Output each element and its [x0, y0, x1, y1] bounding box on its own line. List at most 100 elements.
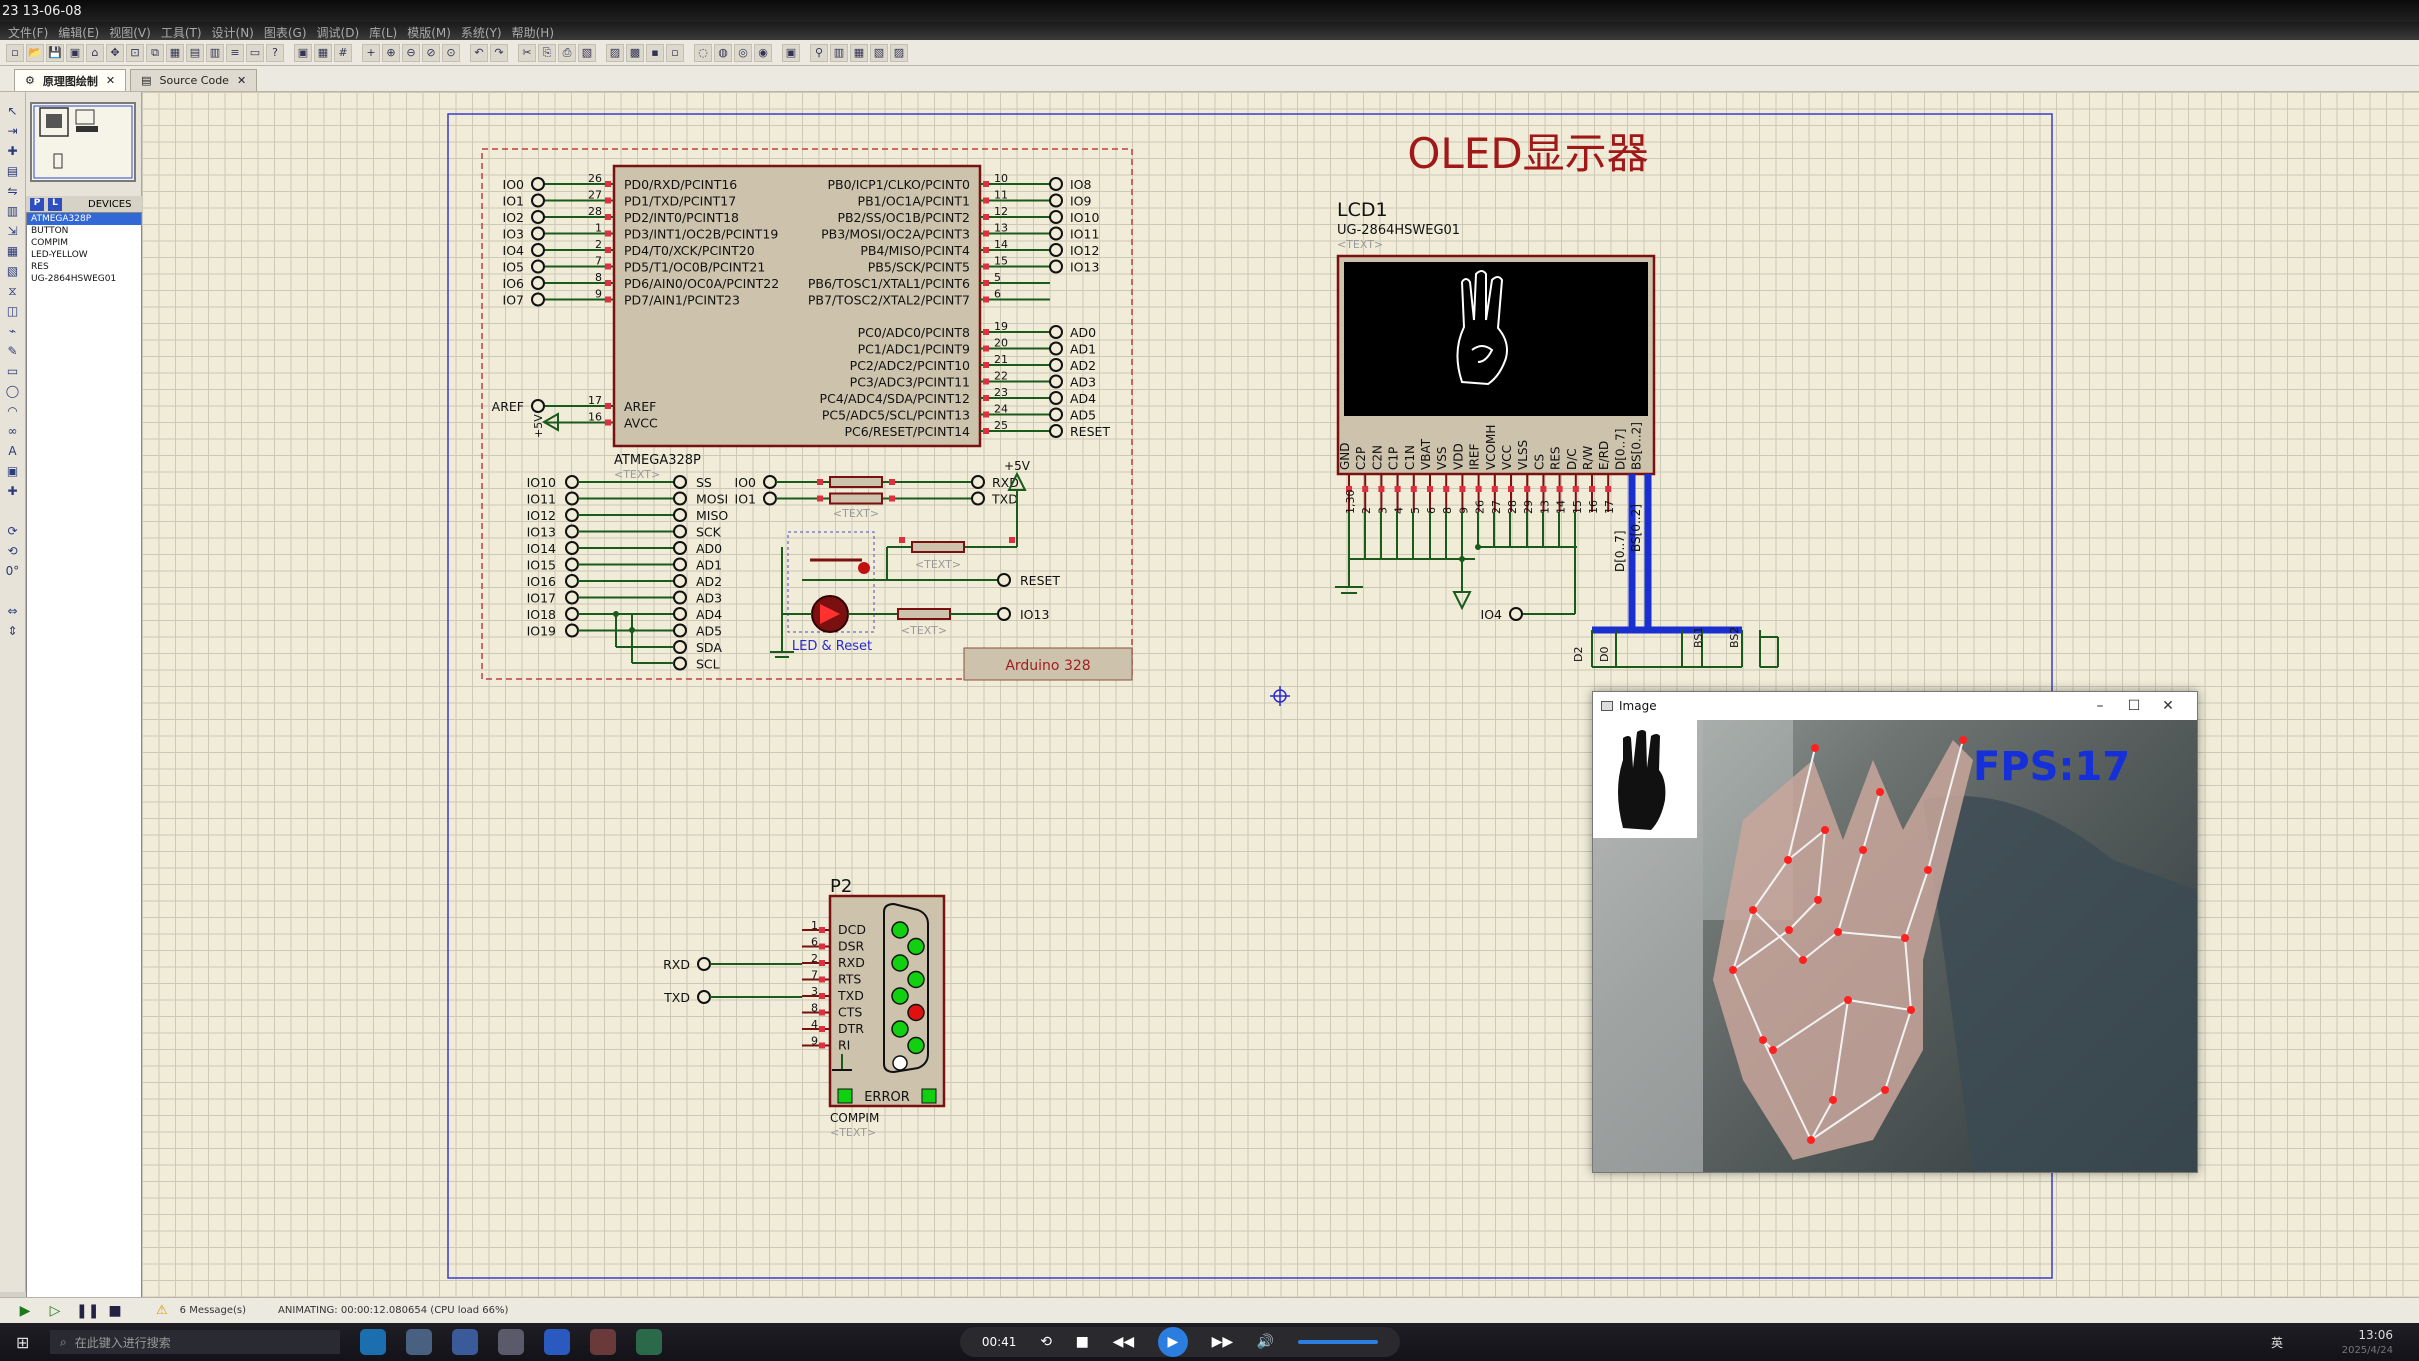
- taskbar-search[interactable]: ⌕ 在此键入进行搜索: [50, 1330, 340, 1354]
- mode-tool-icon[interactable]: ⇲: [4, 224, 22, 240]
- mode-tool-icon[interactable]: ⟲: [4, 544, 22, 560]
- toolbar-tool-icon[interactable]: ▫: [666, 43, 684, 62]
- device-item[interactable]: LED-YELLOW: [27, 249, 141, 261]
- toolbar-tool-icon[interactable]: ▣: [294, 43, 312, 62]
- mode-tool-icon[interactable]: ↖: [4, 104, 22, 120]
- stop-icon[interactable]: ■: [1076, 1334, 1089, 1350]
- toolbar-tool-icon[interactable]: +: [362, 43, 380, 62]
- toolbar-tool-icon[interactable]: ⊖: [402, 43, 420, 62]
- toolbar-tool-icon[interactable]: ⊘: [422, 43, 440, 62]
- menu-item-6[interactable]: 调试(D): [317, 24, 360, 40]
- mode-tool-icon[interactable]: ◠: [4, 404, 22, 420]
- close-icon[interactable]: ✕: [237, 74, 246, 87]
- toolbar-tool-icon[interactable]: ⎘: [538, 43, 556, 62]
- toolbar-tool-icon[interactable]: ▪: [646, 43, 664, 62]
- maximize-icon[interactable]: ☐: [2117, 698, 2151, 714]
- toolbar-tool-icon[interactable]: ◎: [734, 43, 752, 62]
- overview-preview[interactable]: [30, 102, 136, 182]
- mode-tool-icon[interactable]: ✚: [4, 144, 22, 160]
- mode-tool-icon[interactable]: 0°: [4, 564, 22, 580]
- taskbar-app-browser[interactable]: [452, 1329, 478, 1355]
- toolbar-tool-icon[interactable]: ▨: [606, 43, 624, 62]
- loop-icon[interactable]: ⟲: [1040, 1334, 1052, 1350]
- menu-item-1[interactable]: 编辑(E): [58, 24, 99, 40]
- device-item[interactable]: ATMEGA328P: [27, 213, 141, 225]
- mode-tool-icon[interactable]: ⧖: [4, 284, 22, 300]
- mode-tool-icon[interactable]: ⟳: [4, 524, 22, 540]
- menu-item-5[interactable]: 图表(G): [264, 24, 307, 40]
- volume-slider[interactable]: [1298, 1340, 1379, 1344]
- toolbar-tool-icon[interactable]: ⊡: [126, 43, 144, 62]
- mode-tool-icon[interactable]: A: [4, 444, 22, 460]
- mode-tool-icon[interactable]: ▧: [4, 264, 22, 280]
- toolbar-tool-icon[interactable]: ▧: [870, 43, 888, 62]
- toolbar-tool-icon[interactable]: ≡: [226, 43, 244, 62]
- toolbar-tool-icon[interactable]: ▣: [66, 43, 84, 62]
- menu-item-4[interactable]: 设计(N): [212, 24, 254, 40]
- toolbar-tool-icon[interactable]: ✥: [106, 43, 124, 62]
- volume-icon[interactable]: 🔊: [1257, 1334, 1274, 1350]
- toolbar-tool-icon[interactable]: 💾: [46, 43, 64, 62]
- toolbar-tool-icon[interactable]: ⧉: [146, 43, 164, 62]
- menu-item-2[interactable]: 视图(V): [109, 24, 151, 40]
- taskbar-app-explorer[interactable]: [406, 1329, 432, 1355]
- close-icon[interactable]: ✕: [106, 74, 115, 87]
- toolbar-tool-icon[interactable]: ▦: [166, 43, 184, 62]
- taskbar-app-tool[interactable]: [498, 1329, 524, 1355]
- menu-item-10[interactable]: 帮助(H): [512, 24, 554, 40]
- toolbar-tool-icon[interactable]: ◍: [714, 43, 732, 62]
- forward-icon[interactable]: ▶▶: [1212, 1334, 1234, 1350]
- toolbar-tool-icon[interactable]: ▣: [782, 43, 800, 62]
- toolbar-tool-icon[interactable]: ✂: [518, 43, 536, 62]
- tab-schematic[interactable]: ⚙ 原理图绘制 ✕: [14, 69, 127, 91]
- mode-tool-icon[interactable]: [4, 584, 22, 600]
- mode-tool-icon[interactable]: ◫: [4, 304, 22, 320]
- mode-tool-icon[interactable]: ▥: [4, 204, 22, 220]
- minimize-icon[interactable]: –: [2083, 698, 2117, 714]
- library-button[interactable]: L: [48, 197, 62, 211]
- taskbar-app-edge[interactable]: [360, 1329, 386, 1355]
- mode-tool-icon[interactable]: ◯: [4, 384, 22, 400]
- menu-item-3[interactable]: 工具(T): [161, 24, 202, 40]
- step-icon[interactable]: ▷: [46, 1303, 64, 1319]
- mode-tool-icon[interactable]: ⇕: [4, 624, 22, 640]
- mode-tool-icon[interactable]: ▦: [4, 244, 22, 260]
- toolbar-tool-icon[interactable]: ⎙: [558, 43, 576, 62]
- taskbar-app-pycharm[interactable]: [636, 1329, 662, 1355]
- toolbar-tool-icon[interactable]: ⚲: [810, 43, 828, 62]
- toolbar-tool-icon[interactable]: ▤: [186, 43, 204, 62]
- play-icon[interactable]: ▶: [16, 1303, 34, 1319]
- menu-item-0[interactable]: 文件(F): [8, 24, 48, 40]
- toolbar-tool-icon[interactable]: 📂: [26, 43, 44, 62]
- toolbar-tool-icon[interactable]: ▨: [890, 43, 908, 62]
- tray-lang[interactable]: 英: [2271, 1335, 2283, 1351]
- toolbar-tool-icon[interactable]: ▦: [850, 43, 868, 62]
- mode-tool-icon[interactable]: ✚: [4, 484, 22, 500]
- toolbar-tool-icon[interactable]: ⌂: [86, 43, 104, 62]
- messages-count[interactable]: 6 Message(s): [180, 1305, 246, 1316]
- mode-tool-icon[interactable]: ⇔: [4, 604, 22, 620]
- toolbar-tool-icon[interactable]: ⊙: [442, 43, 460, 62]
- toolbar-tool-icon[interactable]: ▩: [626, 43, 644, 62]
- toolbar-tool-icon[interactable]: ⊕: [382, 43, 400, 62]
- mode-tool-icon[interactable]: ✎: [4, 344, 22, 360]
- windows-start-icon[interactable]: ⊞: [16, 1333, 29, 1352]
- toolbar-tool-icon[interactable]: ▫: [6, 43, 24, 62]
- menu-item-7[interactable]: 库(L): [369, 24, 397, 40]
- mode-tool-icon[interactable]: ▣: [4, 464, 22, 480]
- toolbar-tool-icon[interactable]: ▭: [246, 43, 264, 62]
- toolbar-tool-icon[interactable]: ?: [266, 43, 284, 62]
- stop-icon[interactable]: ■: [106, 1303, 124, 1319]
- toolbar-tool-icon[interactable]: ↶: [470, 43, 488, 62]
- toolbar-tool-icon[interactable]: ▥: [830, 43, 848, 62]
- rewind-icon[interactable]: ◀◀: [1113, 1334, 1135, 1350]
- toolbar-tool-icon[interactable]: #: [334, 43, 352, 62]
- close-icon[interactable]: ✕: [2151, 698, 2185, 714]
- toolbar-tool-icon[interactable]: ◉: [754, 43, 772, 62]
- toolbar-tool-icon[interactable]: ▧: [578, 43, 596, 62]
- mode-tool-icon[interactable]: ⇥: [4, 124, 22, 140]
- image-window[interactable]: Image – ☐ ✕ FPS:17: [1592, 691, 2198, 1173]
- play-icon[interactable]: ▶: [1157, 1327, 1188, 1357]
- mode-tool-icon[interactable]: ▭: [4, 364, 22, 380]
- device-item[interactable]: RES: [27, 261, 141, 273]
